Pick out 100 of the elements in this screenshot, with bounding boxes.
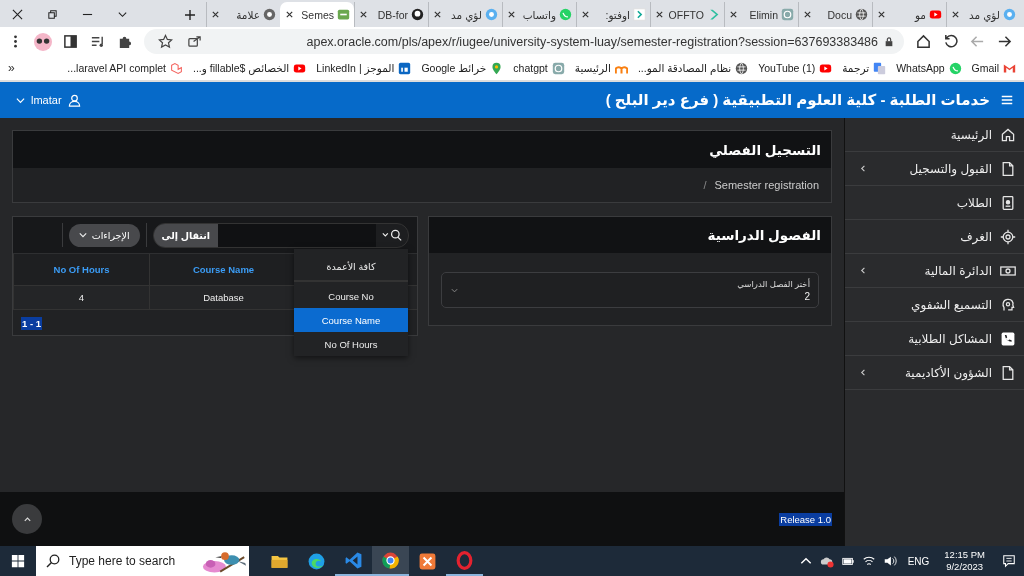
clock[interactable]: 12:15 PM 9/2/2023	[944, 549, 985, 573]
target-icon	[1000, 228, 1016, 245]
nav-item[interactable]: الرئيسية	[845, 118, 1024, 152]
close-icon[interactable]	[12, 9, 23, 20]
search-icon	[46, 554, 60, 568]
translate-icon	[873, 61, 887, 75]
close-icon[interactable]	[655, 10, 664, 19]
notification-icon[interactable]	[1002, 554, 1016, 568]
browser-tab[interactable]: واتساب	[502, 2, 576, 27]
language-indicator[interactable]: ENG	[907, 555, 930, 567]
taskbar-app[interactable]	[372, 546, 409, 576]
region-title: الفصول الدراسية	[707, 227, 821, 243]
play-icon	[819, 61, 833, 75]
file-icon	[1000, 364, 1016, 381]
nav-item[interactable]: القبول والتسجيل	[845, 152, 1024, 186]
ring-icon	[263, 8, 276, 21]
menu-item[interactable]: كافة الأعمدة	[294, 252, 408, 282]
lock-icon	[884, 36, 894, 47]
app-title: خدمات الطلبة - كلية العلوم التطبيقية ( فرع دير البلح )	[605, 91, 990, 109]
chevron-icon	[16, 95, 25, 105]
circle-icon	[1003, 8, 1016, 21]
wifi-icon[interactable]	[861, 554, 876, 568]
close-icon[interactable]	[507, 10, 516, 19]
chevron-icon[interactable]	[859, 266, 868, 275]
more-bookmarks-button[interactable]: «	[8, 61, 15, 75]
square-icon	[418, 551, 437, 571]
avatar-icon[interactable]	[31, 32, 55, 51]
address-bar[interactable]: apex.oracle.com/pls/apex/r/iugee/university-system-luay/semester-registration?session=637693383486	[144, 29, 904, 54]
square-icon	[398, 61, 412, 75]
bookmark[interactable]: الخصائص $fillable و...	[193, 61, 307, 75]
user-menu-button[interactable]: lmatar	[10, 92, 87, 108]
bookmark[interactable]: الرئيسية	[574, 61, 628, 75]
browser-tab[interactable]: مو	[872, 2, 946, 27]
menu-item[interactable]: No Of Hours	[294, 332, 408, 356]
close-icon[interactable]	[211, 10, 220, 19]
browser-tab[interactable]: علامة	[206, 2, 280, 27]
code-icon	[344, 550, 363, 570]
chevron-icon	[22, 514, 32, 524]
nav-item[interactable]: التسميع الشفوي	[845, 288, 1024, 322]
column-header[interactable]: No Of Hours	[13, 254, 149, 286]
bookmark[interactable]: Gmail	[971, 61, 1016, 75]
nav-item[interactable]: الغرف	[845, 220, 1024, 254]
bookmark[interactable]: WhatsApp	[896, 61, 962, 75]
head-icon	[1000, 296, 1016, 313]
close-icon[interactable]	[877, 10, 886, 19]
bookmark[interactable]: الموجز | LinkedIn	[316, 61, 412, 75]
phone-icon	[1000, 330, 1016, 347]
release-text: Release 1.0	[779, 512, 832, 526]
play-icon	[293, 61, 307, 75]
close-icon[interactable]	[285, 10, 294, 19]
play-icon	[929, 8, 942, 21]
taskbar-search[interactable]: Type here to search	[36, 546, 249, 576]
nav-item[interactable]: الدائرة المالية	[845, 254, 1024, 288]
globe-icon	[735, 61, 749, 75]
user-icon	[67, 93, 81, 107]
column-header[interactable]: Course Name	[149, 254, 297, 286]
chevron-icon	[633, 8, 646, 21]
page-title: التسجيل الفصلي	[709, 141, 821, 158]
actions-button[interactable]: الإجراءات	[68, 223, 140, 247]
close-icon[interactable]	[729, 10, 738, 19]
menu-item[interactable]: Course No	[294, 284, 408, 308]
bookmark[interactable]: laravel API complet...	[67, 61, 183, 75]
menu-icon[interactable]	[1000, 93, 1014, 107]
chevron-icon[interactable]	[859, 368, 868, 377]
square-icon	[337, 8, 350, 21]
file-icon	[1000, 160, 1016, 177]
table-cell: 4	[13, 286, 149, 310]
bookmark[interactable]: خرائط Google	[421, 61, 504, 75]
nav-item[interactable]: الطلاب	[845, 186, 1024, 220]
contact-icon	[1000, 194, 1016, 211]
swirl-icon	[307, 551, 326, 571]
close-icon[interactable]	[803, 10, 812, 19]
chat-icon	[948, 61, 962, 75]
nav-item[interactable]: المشاكل الطلابية	[845, 322, 1024, 356]
browser-tab[interactable]: Docu	[798, 2, 872, 27]
restore-icon[interactable]	[47, 9, 58, 20]
bookmark[interactable]: (1) YouTube	[758, 61, 833, 75]
chevron-icon[interactable]	[117, 9, 128, 20]
globe-icon	[855, 8, 868, 21]
browser-tab[interactable]: OFFTO	[650, 2, 724, 27]
close-icon[interactable]	[359, 10, 368, 19]
cloud-icon[interactable]	[819, 554, 834, 568]
close-icon[interactable]	[951, 10, 960, 19]
plus-icon	[184, 8, 196, 21]
menu-item[interactable]: Course Name	[294, 308, 408, 332]
chevron-icon[interactable]	[859, 164, 868, 173]
close-icon[interactable]	[433, 10, 442, 19]
bookmark[interactable]: نظام المصادقة المو...	[637, 61, 749, 75]
bookmark[interactable]: ترجمة	[842, 61, 887, 75]
browser-tab[interactable]: Elimin	[724, 2, 798, 27]
browser-tab[interactable]: Semes	[280, 2, 354, 27]
nav-item[interactable]: الشؤون الأكاديمية	[845, 356, 1024, 390]
speaker-icon[interactable]	[882, 554, 897, 568]
browser-tab[interactable]: لؤي مد	[428, 2, 502, 27]
browser-tab[interactable]: اوفتو:	[576, 2, 650, 27]
close-icon[interactable]	[581, 10, 590, 19]
ring-icon	[455, 550, 474, 570]
browser-tab[interactable]: لؤي مد	[946, 2, 1020, 27]
chevron-icon	[78, 231, 87, 239]
bookmark[interactable]: chatgpt	[513, 61, 565, 75]
